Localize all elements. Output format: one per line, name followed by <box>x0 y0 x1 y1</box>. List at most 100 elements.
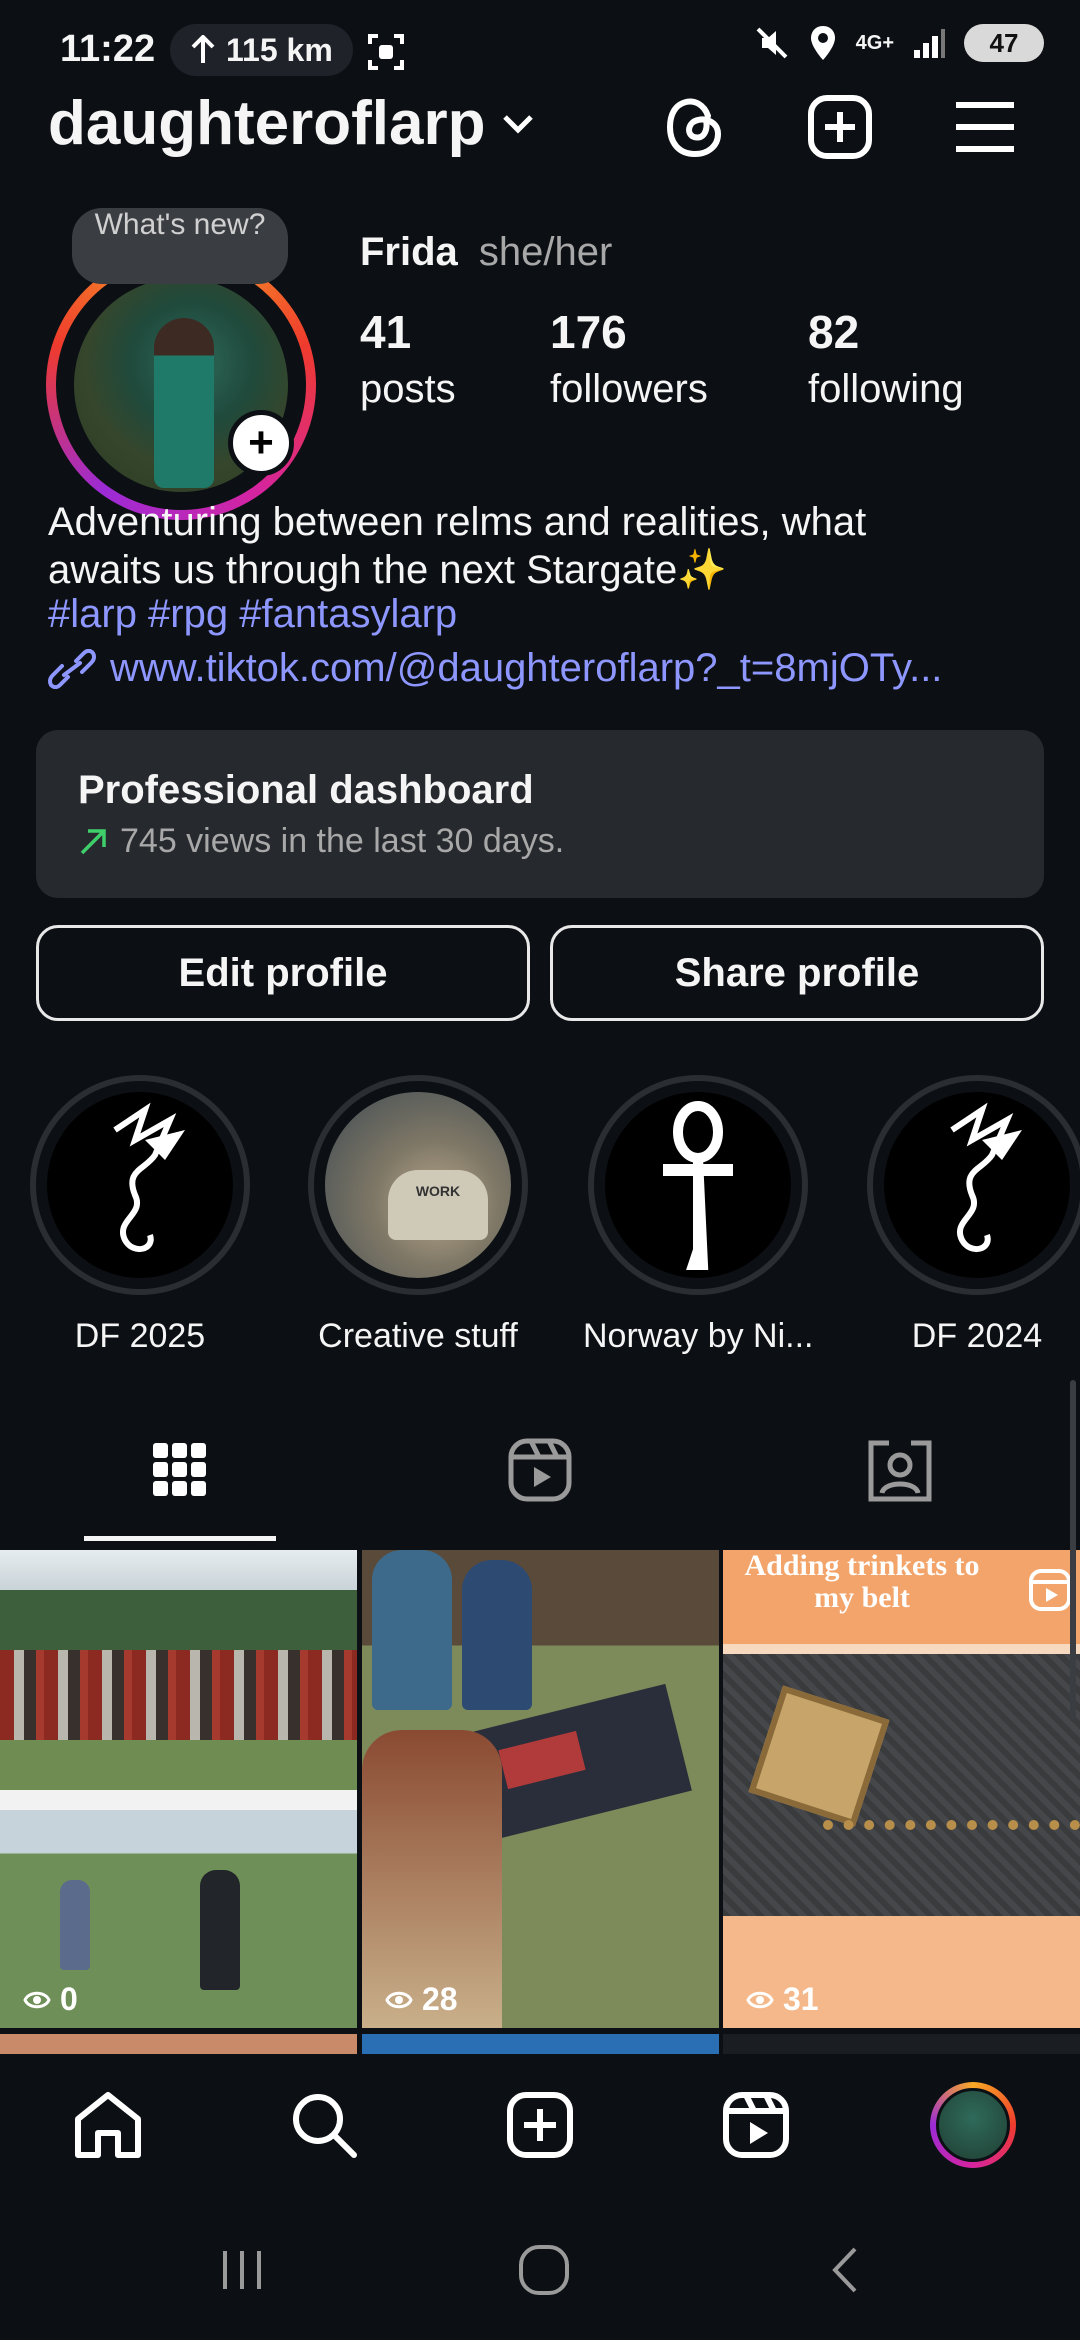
highlight-label: DF 2025 <box>74 1317 206 1355</box>
scrollbar[interactable] <box>1070 1380 1076 1720</box>
reel-badge-icon <box>1029 1569 1071 1611</box>
recent-apps-button[interactable] <box>202 2230 282 2310</box>
nav-profile[interactable] <box>930 2082 1016 2168</box>
dashboard-title: Professional dashboard <box>78 768 534 812</box>
arrow-up-icon <box>191 35 215 63</box>
reels-icon <box>508 1438 572 1502</box>
highlight-label: DF 2024 <box>911 1317 1043 1355</box>
highlight-norway[interactable]: Norway by Ni... <box>583 1075 814 1356</box>
post-caption: Adding trinkets to my belt <box>744 1550 980 1614</box>
profile-name-row: Frida she/her <box>360 230 612 275</box>
search-icon <box>293 2094 357 2158</box>
status-bar: 11:22 115 km 4G+ 47 <box>0 0 1080 100</box>
username-title: daughteroflarp <box>48 89 486 158</box>
active-tab-indicator <box>84 1536 276 1541</box>
bio-line: awaits us through the next Stargate✨ <box>48 548 728 592</box>
dashboard-views: 745 views in the last 30 days. <box>120 822 565 860</box>
stat-following[interactable]: 82 following <box>808 305 964 412</box>
nav-create[interactable] <box>500 2085 580 2165</box>
threads-button[interactable] <box>660 92 730 162</box>
nav-search[interactable] <box>284 2085 364 2165</box>
professional-dashboard[interactable]: Professional dashboard 745 views in the … <box>36 730 1044 898</box>
back-icon <box>832 2247 857 2293</box>
recent-apps-icon <box>223 2251 261 2289</box>
share-profile-button[interactable]: Share profile <box>550 925 1044 1021</box>
status-icons: 4G+ 47 <box>754 24 1044 62</box>
home-circle-icon <box>519 2245 569 2295</box>
profile-avatar-small <box>936 2088 1010 2162</box>
nav-home[interactable] <box>68 2085 148 2165</box>
status-time: 11:22 <box>60 28 156 70</box>
post-thumbnail[interactable] <box>362 2034 719 2054</box>
reels-icon <box>723 2092 789 2158</box>
menu-icon <box>956 102 1014 152</box>
tab-posts[interactable] <box>120 1430 240 1510</box>
back-button[interactable] <box>806 2230 886 2310</box>
create-icon <box>808 95 872 159</box>
play-views-icon <box>23 1991 51 2008</box>
stat-value: 82 <box>808 306 860 358</box>
dragon-icon <box>47 1092 233 1278</box>
post-thumbnail[interactable]: 28 <box>362 1550 719 2028</box>
chevron-down-icon <box>503 114 534 134</box>
profile-avatar[interactable] <box>46 250 316 520</box>
highlight-df-2025[interactable]: DF 2025 <box>25 1075 255 1356</box>
nav-reels[interactable] <box>716 2085 796 2165</box>
dashboard-subtitle: 745 views in the last 30 days. <box>78 822 564 861</box>
play-views-icon <box>385 1991 413 2008</box>
location-icon <box>810 26 835 60</box>
view-count: 28 <box>384 1981 458 2018</box>
mute-icon <box>756 27 788 59</box>
tab-tagged[interactable] <box>840 1430 960 1510</box>
display-name: Frida <box>360 230 458 274</box>
play-views-icon <box>746 1991 774 2008</box>
highlight-label: Creative stuff <box>318 1317 518 1355</box>
tab-reels[interactable] <box>480 1430 600 1510</box>
trend-up-icon <box>80 828 106 854</box>
ankh-icon <box>605 1092 791 1278</box>
tagged-icon <box>868 1440 932 1502</box>
network-label: 4G+ <box>855 31 894 54</box>
speed-indicator: 115 km <box>170 24 353 76</box>
menu-button[interactable] <box>950 92 1020 162</box>
highlight-creative-stuff[interactable]: WORK Creative stuff <box>303 1075 533 1356</box>
pronouns: she/her <box>478 230 613 274</box>
post-thumbnail[interactable]: Adding trinkets to my belt 31 <box>723 1550 1080 2028</box>
post-thumbnail[interactable] <box>723 2034 1080 2054</box>
view-count: 31 <box>745 1981 819 2018</box>
note-bubble[interactable]: What's new? <box>72 208 288 284</box>
view-count: 0 <box>22 1981 78 2018</box>
highlight-photo: WORK <box>325 1092 511 1278</box>
highlight-df-2024[interactable]: DF 2024 <box>862 1075 1080 1356</box>
profile-bio: Adventuring between relms and realities,… <box>48 498 1038 594</box>
screen-capture-icon <box>368 34 404 70</box>
link-text: www.tiktok.com/@daughteroflarp?_t=8mjOTy… <box>110 646 943 690</box>
stat-followers[interactable]: 176 followers <box>550 305 708 412</box>
battery-indicator: 47 <box>964 24 1044 62</box>
create-icon <box>507 2092 573 2158</box>
stat-label: following <box>808 367 964 411</box>
stat-posts[interactable]: 41 posts <box>360 305 456 412</box>
bio-line: Adventuring between relms and realities,… <box>48 500 867 544</box>
stat-label: followers <box>550 367 708 411</box>
highlight-label: Norway by Ni... <box>583 1317 814 1355</box>
stat-label: posts <box>360 367 456 411</box>
account-switcher[interactable]: daughteroflarp <box>48 88 535 159</box>
home-button[interactable] <box>504 2230 584 2310</box>
bio-hashtags[interactable]: #larp #rpg #fantasylarp <box>48 592 457 637</box>
stat-value: 41 <box>360 306 412 358</box>
post-thumbnail[interactable]: 0 <box>0 1550 357 2028</box>
post-thumbnail[interactable] <box>0 2034 357 2054</box>
home-icon <box>75 2092 141 2158</box>
link-icon <box>48 648 96 689</box>
speed-value: 115 km <box>226 31 333 68</box>
bio-link[interactable]: www.tiktok.com/@daughteroflarp?_t=8mjOTy… <box>48 646 942 691</box>
signal-icon <box>914 29 945 58</box>
grid-icon <box>153 1443 206 1496</box>
threads-icon <box>666 98 722 158</box>
dragon-icon <box>884 1092 1070 1278</box>
create-button[interactable] <box>805 92 875 162</box>
add-story-icon[interactable]: + <box>228 410 294 476</box>
stat-value: 176 <box>550 306 627 358</box>
edit-profile-button[interactable]: Edit profile <box>36 925 530 1021</box>
